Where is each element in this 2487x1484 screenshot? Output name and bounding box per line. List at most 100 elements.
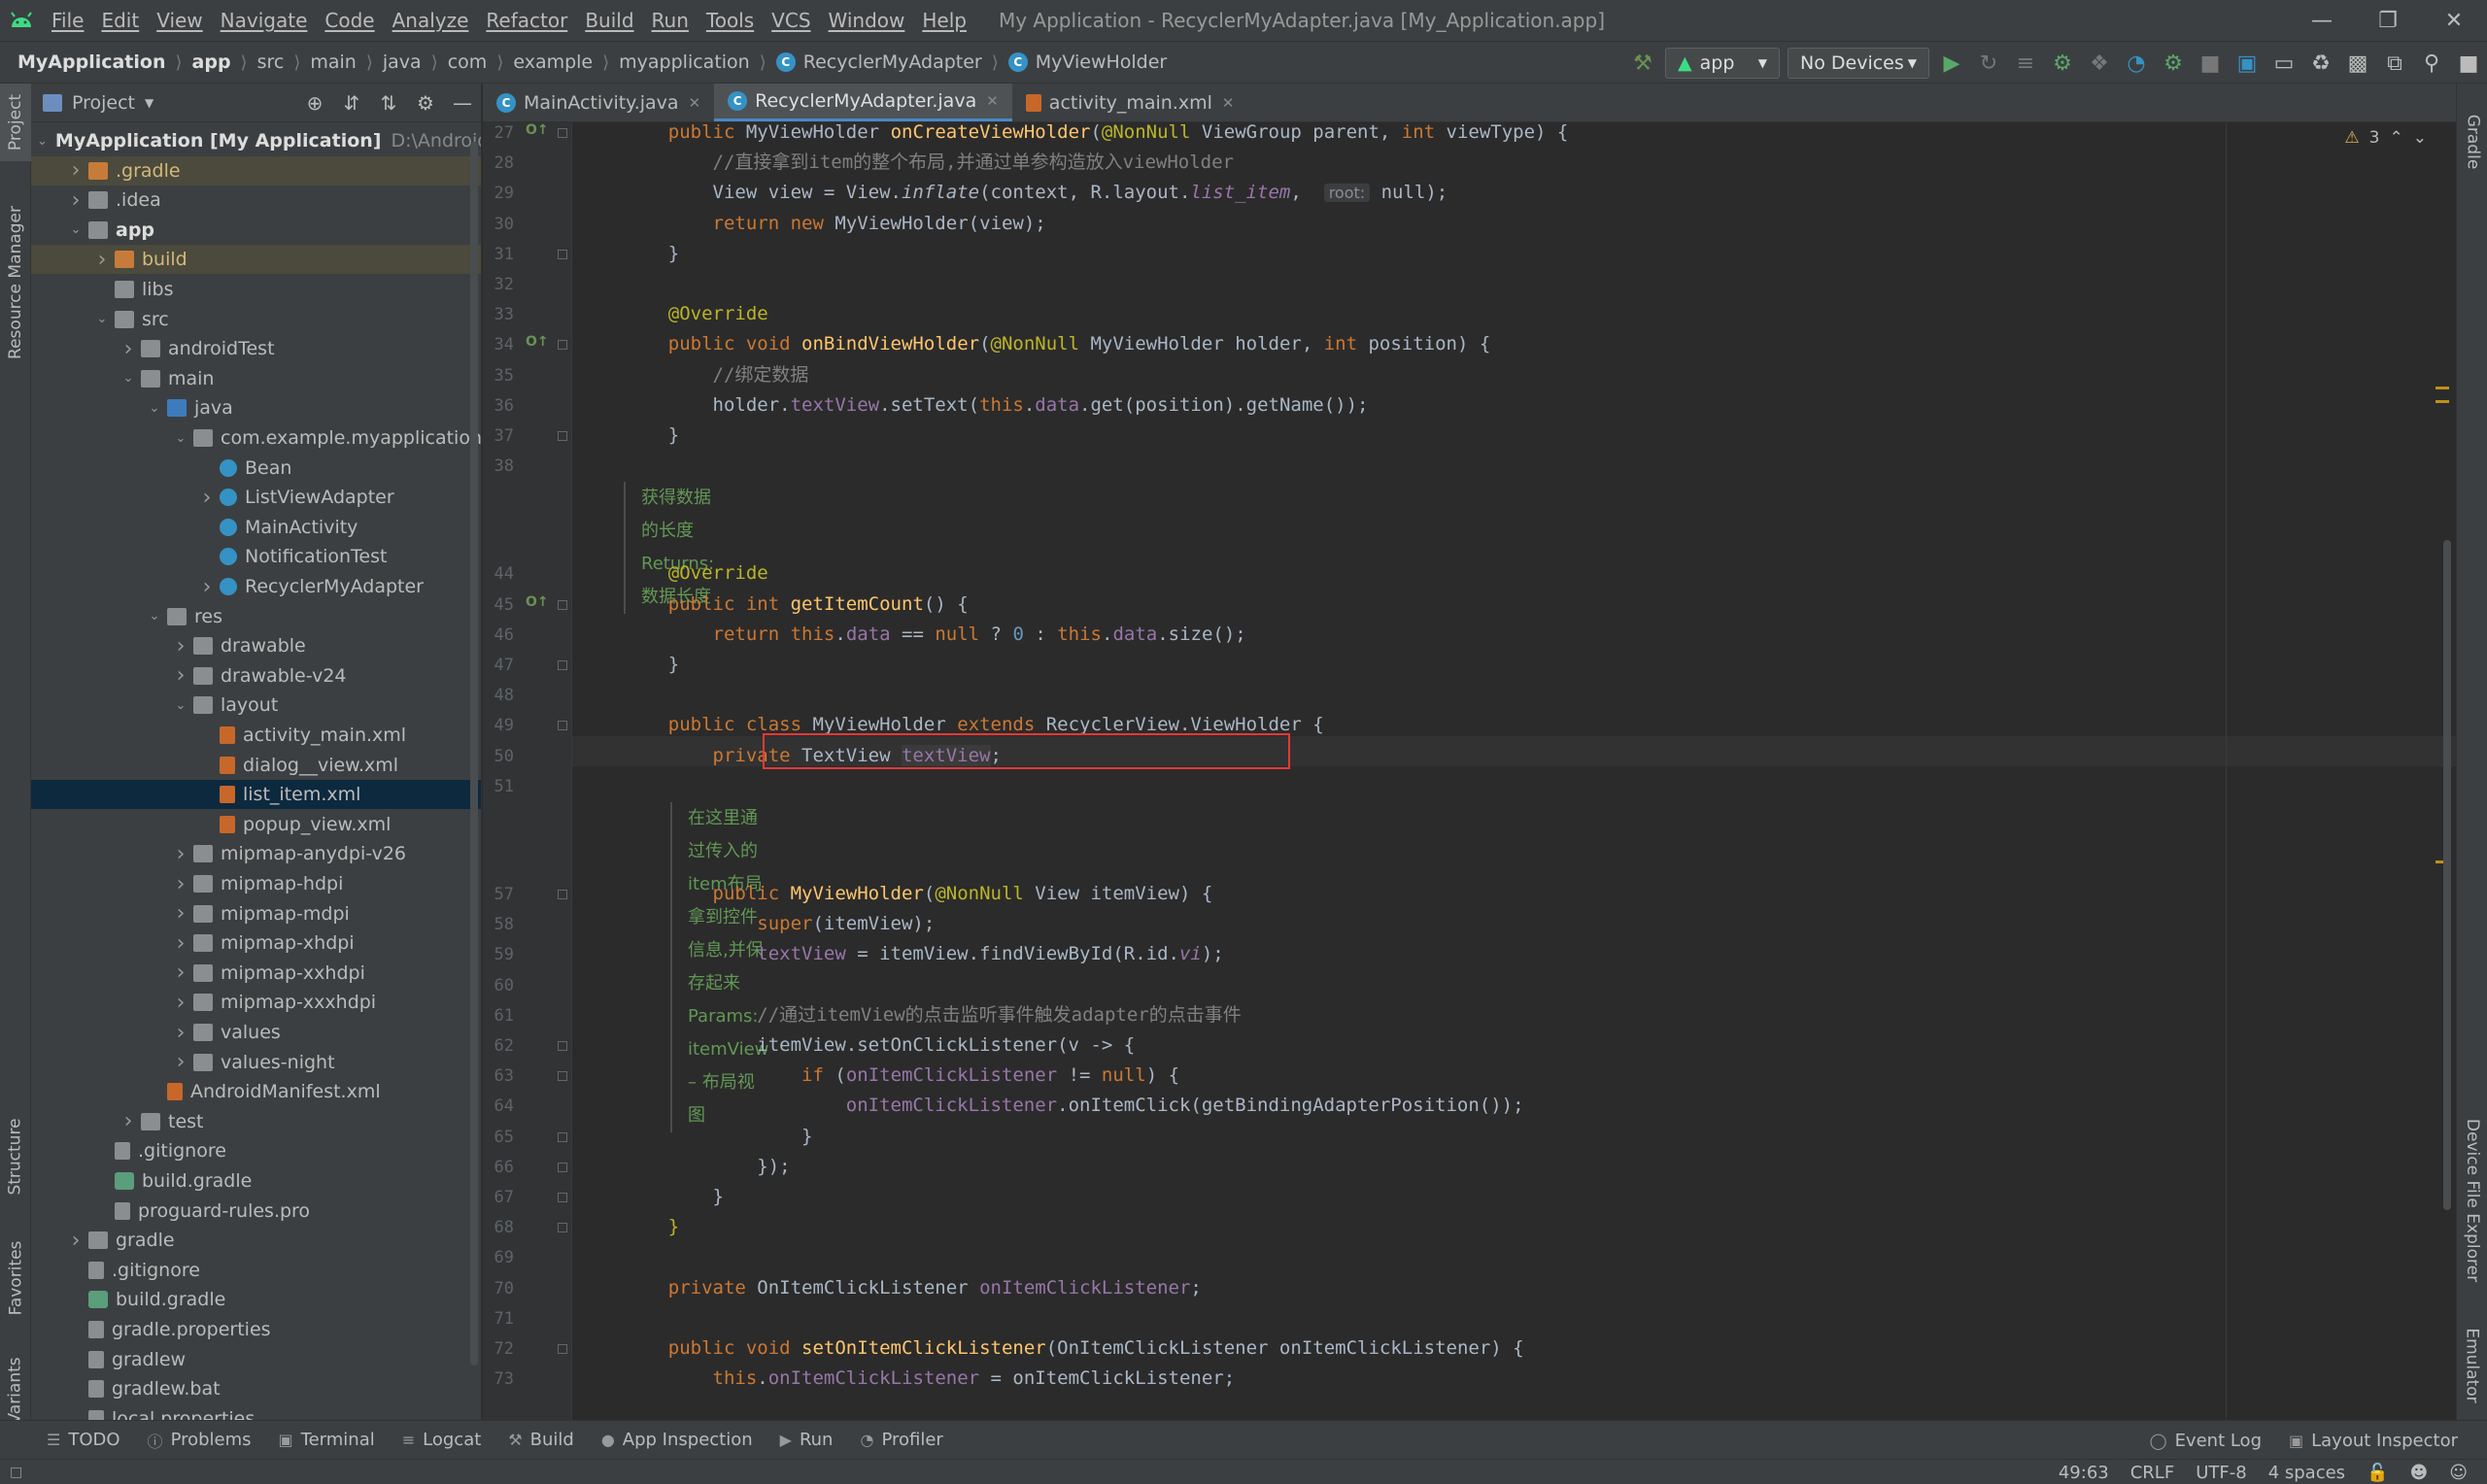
- hide-panel-icon[interactable]: —: [444, 91, 481, 115]
- code-line[interactable]: View view = View.inflate(context, R.layo…: [624, 178, 1448, 208]
- breadcrumb-item[interactable]: java: [383, 51, 422, 73]
- rerun-icon[interactable]: ↻: [1970, 42, 2007, 84]
- tree-item[interactable]: › drawable-v24: [31, 661, 481, 691]
- chevron-right-icon[interactable]: ›: [168, 663, 193, 688]
- code-line[interactable]: private OnItemClickListener onItemClickL…: [624, 1273, 1202, 1303]
- tool-button-app-inspection[interactable]: ● App Inspection: [601, 1430, 753, 1450]
- code-editor[interactable]: 27 O↑ 28 29 30 31 32 33 34 O↑ 35 36 37 38 44 45 O↑ 46 47 48…: [483, 122, 2456, 1420]
- code-line[interactable]: public int getItemCount() {: [624, 590, 969, 620]
- menu-item-help[interactable]: Help: [913, 9, 975, 32]
- menu-item-edit[interactable]: Edit: [92, 9, 148, 32]
- chevron-right-icon[interactable]: ›: [168, 1050, 193, 1074]
- tree-item[interactable]: gradlew.bat: [31, 1374, 481, 1403]
- device-select[interactable]: No Devices ▼: [1788, 48, 1929, 79]
- caret-position[interactable]: 49:63: [2059, 1463, 2109, 1483]
- editor-tab[interactable]: activity_main.xml ✕: [1012, 84, 1248, 121]
- code-line[interactable]: @Override: [624, 299, 768, 329]
- code-line[interactable]: //直接拿到item的整个布局,并通过单参构造放入viewHolder: [624, 148, 1234, 178]
- tree-item[interactable]: activity_main.xml: [31, 721, 481, 750]
- chevron-right-icon[interactable]: ›: [168, 872, 193, 896]
- gradle-sync-icon[interactable]: ♻: [2302, 42, 2339, 84]
- tree-scrollbar[interactable]: [470, 142, 478, 1366]
- tree-item[interactable]: › mipmap-anydpi-v26: [31, 839, 481, 868]
- menu-item-run[interactable]: Run: [643, 9, 698, 32]
- tool-button-terminal[interactable]: ▣ Terminal: [279, 1430, 375, 1450]
- close-tab-icon[interactable]: ✕: [986, 92, 999, 110]
- tree-item[interactable]: ⌄ java: [31, 393, 481, 422]
- chevron-down-icon[interactable]: ▼: [145, 96, 153, 110]
- menu-item-window[interactable]: Window: [820, 9, 914, 32]
- build-hammer-icon[interactable]: ⚒: [1624, 42, 1661, 84]
- tree-item[interactable]: › mipmap-xxxhdpi: [31, 988, 481, 1017]
- menu-item-build[interactable]: Build: [576, 9, 642, 32]
- chevron-down-icon[interactable]: ⌄: [168, 431, 193, 446]
- breadcrumb-item[interactable]: com: [448, 51, 488, 73]
- structure-tool-button[interactable]: Structure: [0, 1103, 31, 1210]
- code-line[interactable]: @Override: [624, 558, 768, 589]
- chevron-right-icon[interactable]: ›: [168, 842, 193, 866]
- tree-item[interactable]: AndroidManifest.xml: [31, 1077, 481, 1106]
- code-line[interactable]: }: [624, 239, 679, 269]
- event-log-button[interactable]: ◯ Event Log: [2150, 1431, 2262, 1451]
- tree-item[interactable]: › mipmap-mdpi: [31, 899, 481, 928]
- chevron-right-icon[interactable]: ›: [116, 1109, 141, 1133]
- override-method-icon[interactable]: O↑: [526, 334, 549, 350]
- tree-item[interactable]: › ListViewAdapter: [31, 483, 481, 512]
- gear-icon[interactable]: ⚙: [407, 91, 444, 115]
- restore-icon[interactable]: ❐: [2355, 0, 2421, 41]
- code-line[interactable]: super(itemView);: [624, 909, 935, 939]
- tree-item[interactable]: › test: [31, 1107, 481, 1136]
- chevron-right-icon[interactable]: ›: [116, 337, 141, 361]
- inspection-widget[interactable]: ⚠ 3 ⌃ ⌄: [2344, 128, 2427, 148]
- chevron-down-icon[interactable]: ⌄: [63, 222, 88, 237]
- layout-inspector-button[interactable]: ▣ Layout Inspector: [2289, 1431, 2458, 1451]
- tree-item[interactable]: .gitignore: [31, 1256, 481, 1285]
- breadcrumb-item[interactable]: C MyViewHolder: [1007, 51, 1167, 73]
- menu-item-refactor[interactable]: Refactor: [477, 9, 576, 32]
- menu-item-file[interactable]: File: [43, 9, 92, 32]
- code-line[interactable]: onItemClickListener.onItemClick(getBindi…: [624, 1091, 1524, 1121]
- chevron-right-icon[interactable]: ›: [168, 634, 193, 658]
- fold-marker-icon[interactable]: [558, 660, 567, 670]
- code-line[interactable]: public void setOnItemClickListener(OnIte…: [624, 1333, 1524, 1364]
- tree-item[interactable]: › values: [31, 1018, 481, 1047]
- editor-scrollbar[interactable]: [2443, 540, 2451, 1210]
- fold-marker-icon[interactable]: [558, 890, 567, 899]
- tree-item[interactable]: › build: [31, 245, 481, 275]
- apply-changes-icon[interactable]: ≡: [2007, 42, 2044, 84]
- tree-item[interactable]: › gradle: [31, 1226, 481, 1255]
- chevron-right-icon[interactable]: ›: [63, 158, 88, 183]
- code-line[interactable]: });: [624, 1152, 790, 1182]
- search-icon[interactable]: ⚲: [2413, 42, 2450, 84]
- tree-item[interactable]: › drawable: [31, 631, 481, 660]
- tree-item[interactable]: libs: [31, 275, 481, 304]
- project-tool-button[interactable]: Project: [0, 84, 31, 161]
- code-line[interactable]: this.onItemClickListener = onItemClickLi…: [624, 1364, 1236, 1394]
- code-line[interactable]: }: [624, 1122, 812, 1152]
- tree-item[interactable]: local.properties: [31, 1404, 481, 1420]
- breadcrumb-item[interactable]: MyApplication: [17, 51, 165, 73]
- tree-item[interactable]: ⌄ layout: [31, 691, 481, 720]
- tree-item[interactable]: NotificationTest: [31, 542, 481, 571]
- override-method-icon[interactable]: O↑: [526, 594, 549, 610]
- fold-marker-icon[interactable]: [558, 721, 567, 731]
- menu-item-analyze[interactable]: Analyze: [384, 9, 478, 32]
- tree-item[interactable]: ⌄ main: [31, 364, 481, 393]
- tree-item[interactable]: ⌄ MyApplication [My Application] D:\Androi…: [31, 126, 481, 155]
- minimize-icon[interactable]: —: [2289, 0, 2355, 41]
- chevron-right-icon[interactable]: ›: [168, 931, 193, 956]
- expand-all-icon[interactable]: ⇵: [333, 91, 370, 115]
- chevron-right-icon[interactable]: ›: [63, 188, 88, 213]
- fold-marker-icon[interactable]: [558, 128, 567, 138]
- chevron-down-icon[interactable]: ⌄: [142, 401, 167, 416]
- sdk-manager-icon[interactable]: ⧉: [2376, 42, 2413, 84]
- project-view-select[interactable]: Project: [72, 92, 135, 114]
- coverage-icon[interactable]: ⚙: [2155, 42, 2192, 84]
- run-config-select[interactable]: ▲ app ▼: [1665, 48, 1780, 79]
- feedback-icon[interactable]: ☻: [2409, 1463, 2428, 1483]
- tool-button-run[interactable]: ▶ Run: [780, 1430, 834, 1450]
- fold-marker-icon[interactable]: [558, 1193, 567, 1202]
- code-line[interactable]: }: [624, 650, 679, 680]
- account-icon[interactable]: ■: [2450, 42, 2487, 84]
- tree-item[interactable]: build.gradle: [31, 1285, 481, 1314]
